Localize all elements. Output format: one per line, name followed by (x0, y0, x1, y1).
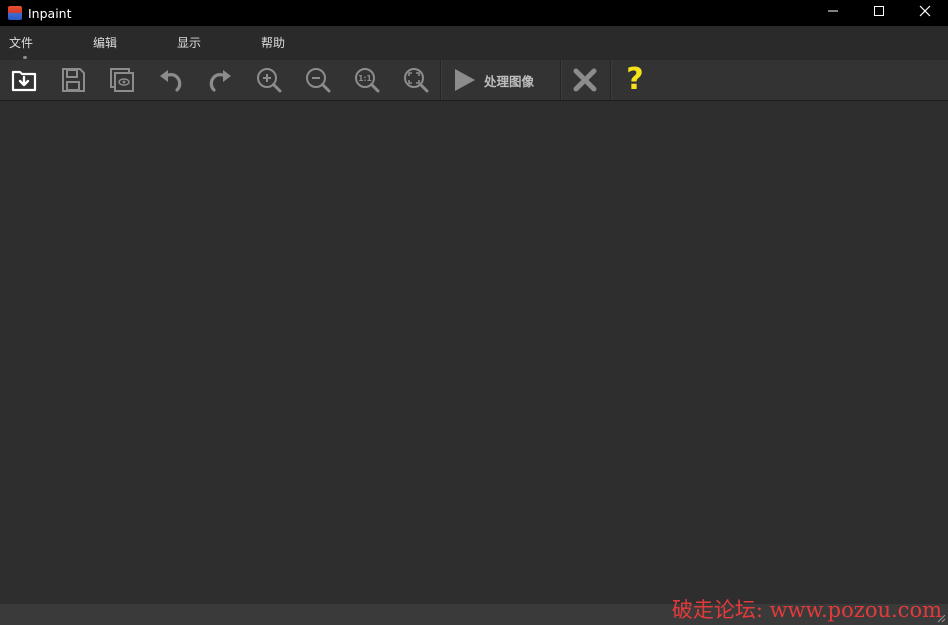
watermark-text: 破走论坛: www.pozou.com (671, 598, 942, 622)
image-canvas[interactable] (0, 101, 948, 604)
process-image-button[interactable]: 处理图像 (450, 60, 556, 100)
menu-help[interactable]: 帮助 (261, 34, 285, 51)
toolbar-separator (560, 60, 562, 100)
minimize-button[interactable] (810, 0, 856, 22)
help-icon: ? (626, 62, 644, 97)
toolbar-separator (440, 60, 442, 100)
maximize-icon (874, 6, 884, 16)
svg-text:1:1: 1:1 (358, 74, 371, 83)
toolbar: 1:1 处理图像 ? (0, 60, 948, 101)
zoom-out-button[interactable] (301, 60, 335, 100)
menu-bar: 文件 编辑 显示 帮助 (0, 26, 948, 61)
app-icon (8, 6, 22, 20)
actual-size-icon: 1:1 (355, 68, 380, 93)
actual-size-button[interactable]: 1:1 (350, 60, 384, 100)
preview-icon (110, 68, 134, 92)
save-icon (62, 68, 85, 92)
title-bar: Inpaint (0, 0, 948, 26)
toolbar-separator (610, 60, 612, 100)
clear-button[interactable] (568, 60, 602, 100)
undo-button[interactable] (154, 60, 188, 100)
fit-window-button[interactable] (399, 60, 433, 100)
fit-window-icon (404, 68, 429, 93)
maximize-button[interactable] (856, 0, 902, 22)
process-image-label: 处理图像 (484, 73, 535, 89)
close-window-button[interactable] (902, 0, 948, 22)
help-button[interactable]: ? (618, 60, 652, 100)
zoom-in-button[interactable] (252, 60, 286, 100)
window-title: Inpaint (28, 5, 72, 21)
zoom-in-icon (257, 68, 282, 93)
redo-button[interactable] (203, 60, 237, 100)
menu-file[interactable]: 文件 (9, 34, 33, 59)
open-button[interactable] (7, 60, 41, 100)
preview-button[interactable] (105, 60, 139, 100)
menu-view[interactable]: 显示 (177, 34, 201, 51)
undo-icon (160, 70, 182, 92)
minimize-icon (828, 10, 838, 12)
zoom-out-icon (306, 68, 331, 93)
window-controls (810, 0, 948, 22)
close-icon (919, 5, 931, 17)
redo-icon (209, 70, 231, 92)
menu-edit[interactable]: 编辑 (93, 34, 117, 51)
open-icon (11, 70, 37, 92)
save-button[interactable] (56, 60, 90, 100)
close-x-icon (573, 68, 597, 92)
play-icon (455, 69, 475, 91)
